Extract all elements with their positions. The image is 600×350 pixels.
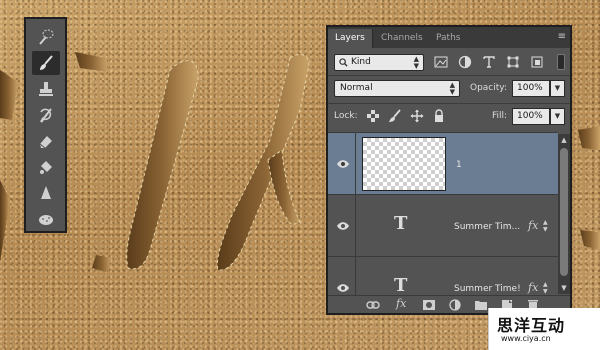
opacity-dropdown-chevron-icon[interactable]: ▼ xyxy=(550,80,565,97)
lock-position-icon[interactable] xyxy=(410,109,424,123)
effects-collapse-chevron-icon[interactable]: ▲ ▼ xyxy=(543,281,548,295)
filter-kind-label: Kind xyxy=(351,57,371,67)
tab-channels[interactable]: Channels xyxy=(374,29,430,48)
link-layers-icon[interactable] xyxy=(366,299,380,311)
fill-input[interactable]: 100% xyxy=(512,108,550,125)
lock-transparent-pixels-icon[interactable] xyxy=(366,109,380,123)
clone-stamp-icon xyxy=(39,82,53,96)
brush-icon xyxy=(40,55,53,70)
divider xyxy=(328,75,570,76)
tools-panel xyxy=(24,17,67,233)
lock-all-icon[interactable] xyxy=(432,109,446,123)
watermark-title: 思洋互动 xyxy=(497,316,566,335)
new-adjustment-layer-icon[interactable] xyxy=(448,299,462,311)
divider xyxy=(328,103,570,104)
lock-image-pixels-icon[interactable] xyxy=(388,109,402,123)
filter-adjustment-icon[interactable] xyxy=(458,55,472,69)
blend-mode-select[interactable]: Normal ▲ ▼ xyxy=(334,80,460,97)
layer-name[interactable]: 1 xyxy=(456,160,462,170)
opacity-label: Opacity: xyxy=(470,83,507,93)
visibility-column xyxy=(328,133,356,195)
history-brush-icon xyxy=(40,108,52,123)
layer-effects-fx-icon[interactable]: fx xyxy=(528,281,538,294)
layer-row-summer-time-copy[interactable]: T Summer Tim... fx ▲ ▼ xyxy=(328,194,558,257)
add-mask-icon[interactable] xyxy=(422,299,436,311)
layer-thumbnail-transparent xyxy=(362,137,446,191)
letter-groove xyxy=(126,60,199,270)
blur-tool[interactable] xyxy=(32,181,60,205)
brush-tool[interactable] xyxy=(32,51,60,75)
blend-mode-value: Normal xyxy=(340,83,373,93)
filter-smart-object-icon[interactable] xyxy=(530,55,544,69)
layer-row-1[interactable]: 1 xyxy=(328,132,558,195)
letter-groove xyxy=(578,126,600,150)
scroll-up-icon[interactable]: ▲ xyxy=(560,136,568,144)
type-layer-thumbnail-icon: T xyxy=(394,275,408,296)
letter-groove xyxy=(267,149,301,226)
filter-kind-select[interactable]: Kind ▲ ▼ xyxy=(334,54,424,71)
letter-groove xyxy=(216,54,310,271)
tab-layers[interactable]: Layers xyxy=(328,29,373,48)
paint-bucket-tool[interactable] xyxy=(32,155,60,179)
layers-panel: Layers Channels Paths ≡ Kind ▲ ▼ Normal ▲… xyxy=(326,25,572,315)
new-group-folder-icon[interactable] xyxy=(474,299,488,311)
filter-type-icon[interactable] xyxy=(482,55,496,69)
filter-pixel-icon[interactable] xyxy=(434,55,448,69)
blur-icon xyxy=(41,186,51,199)
letter-groove xyxy=(0,70,18,120)
letter-groove xyxy=(92,255,112,272)
filter-toggle[interactable] xyxy=(557,54,565,70)
quick-selection-icon xyxy=(39,29,54,45)
layer-name[interactable]: Summer Tim... xyxy=(454,222,520,232)
lock-label: Lock: xyxy=(334,111,358,121)
clone-stamp-tool[interactable] xyxy=(32,77,60,101)
tab-paths[interactable]: Paths xyxy=(429,29,467,48)
letter-groove xyxy=(580,230,600,250)
scroll-down-icon[interactable]: ▼ xyxy=(560,284,568,292)
fill-dropdown-chevron-icon[interactable]: ▼ xyxy=(550,108,565,125)
letter-groove xyxy=(0,180,10,262)
type-layer-thumbnail-icon: T xyxy=(394,213,408,234)
sponge-tool[interactable] xyxy=(32,207,60,231)
search-icon xyxy=(339,58,348,67)
add-layer-style-fx-icon[interactable]: fx xyxy=(396,297,406,310)
watermark-url: www.ciya.cn xyxy=(501,334,551,343)
layer-row-summer-time[interactable]: T Summer Time! fx ▲ ▼ xyxy=(328,256,558,296)
visibility-column xyxy=(328,257,356,296)
sponge-icon xyxy=(39,215,53,225)
effects-collapse-chevron-icon[interactable]: ▲ ▼ xyxy=(543,219,548,233)
layer-effects-fx-icon[interactable]: fx xyxy=(528,219,538,232)
chevron-updown-icon: ▲ ▼ xyxy=(413,55,419,70)
eye-icon[interactable] xyxy=(336,159,350,169)
paint-bucket-icon xyxy=(40,161,52,174)
opacity-input[interactable]: 100% xyxy=(512,80,550,97)
eraser-icon xyxy=(39,136,52,149)
fill-label: Fill: xyxy=(492,111,508,121)
site-watermark: 思洋互动 www.ciya.cn xyxy=(488,308,600,350)
eraser-tool[interactable] xyxy=(32,129,60,153)
eye-icon[interactable] xyxy=(336,283,350,293)
quick-selection-tool[interactable] xyxy=(32,25,60,49)
layer-name[interactable]: Summer Time! xyxy=(454,284,521,294)
visibility-column xyxy=(328,195,356,257)
filter-shape-icon[interactable] xyxy=(506,55,520,69)
eye-icon[interactable] xyxy=(336,221,350,231)
panel-tabbar: Layers Channels Paths ≡ xyxy=(328,27,570,48)
panel-menu-icon[interactable]: ≡ xyxy=(558,31,566,42)
history-brush-tool[interactable] xyxy=(32,103,60,127)
letter-groove xyxy=(75,52,108,72)
chevron-updown-icon: ▲ ▼ xyxy=(449,81,455,96)
scrollbar-thumb[interactable] xyxy=(560,148,568,276)
layers-scrollbar[interactable]: ▲ ▼ xyxy=(558,134,570,294)
